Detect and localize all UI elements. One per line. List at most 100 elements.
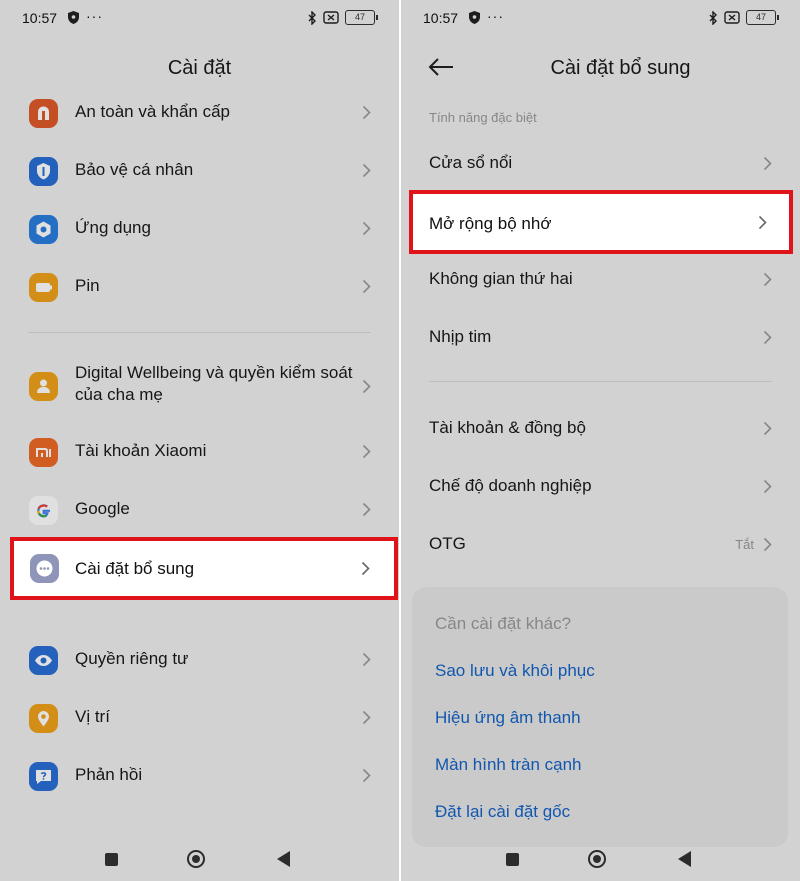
home-button[interactable]	[187, 850, 205, 868]
chevron-right-icon	[763, 272, 772, 287]
eye-icon	[29, 646, 58, 675]
settings-item-personal-protection[interactable]: Bảo vệ cá nhân	[0, 142, 399, 200]
battery-status: 47	[746, 10, 779, 25]
chevron-right-icon	[362, 652, 371, 667]
settings-item-label: Quyền riêng tư	[75, 649, 189, 668]
more-icon	[30, 554, 59, 583]
chevron-right-icon	[362, 279, 371, 294]
chevron-right-icon	[362, 221, 371, 236]
settings-item-label: Google	[75, 499, 130, 518]
link-factory-reset[interactable]: Đặt lại cài đặt gốc	[435, 802, 570, 822]
home-button[interactable]	[588, 850, 606, 868]
battery-icon	[29, 273, 58, 302]
link-edge-display[interactable]: Màn hình tràn cạnh	[435, 755, 581, 775]
settings-item-label: An toàn và khẩn cấp	[75, 102, 231, 121]
recents-button[interactable]	[506, 853, 519, 866]
status-time: 10:57	[22, 10, 58, 26]
link-backup-restore[interactable]: Sao lưu và khôi phục	[435, 661, 595, 681]
chevron-right-icon	[362, 444, 371, 459]
otg-status: Tắt	[735, 537, 754, 552]
chevron-right-icon	[763, 479, 772, 494]
settings-item-additional-settings[interactable]: Cài đặt bổ sung	[10, 537, 398, 600]
chevron-right-icon	[362, 163, 371, 178]
settings-item-enterprise-mode[interactable]: Chế độ doanh nghiệp	[401, 458, 800, 516]
nav-bar	[0, 846, 399, 876]
settings-item-privacy[interactable]: Quyền riêng tư	[0, 631, 399, 689]
settings-item-battery[interactable]: Pin	[0, 258, 399, 316]
more-settings-card: Cần cài đặt khác? Sao lưu và khôi phục H…	[412, 587, 788, 847]
settings-screen: 10:57 ··· 47 Cài đặt An toàn và khẩn cấp…	[0, 0, 399, 881]
settings-item-label: Digital Wellbeing và quyền kiểm soát của…	[75, 363, 353, 404]
settings-item-emergency[interactable]: An toàn và khẩn cấp	[0, 84, 399, 142]
settings-item-otg[interactable]: OTG Tắt	[401, 516, 800, 574]
settings-item-label: Pin	[75, 276, 100, 295]
shield-status-icon	[469, 11, 480, 24]
settings-item-label: Vị trí	[75, 707, 110, 726]
settings-item-xiaomi-account[interactable]: Tài khoản Xiaomi	[0, 423, 399, 481]
chevron-right-icon	[763, 421, 772, 436]
settings-item-label: Cửa sổ nổi	[429, 153, 513, 172]
card-question: Cần cài đặt khác?	[435, 614, 572, 633]
back-arrow-icon[interactable]	[427, 56, 455, 78]
settings-item-label: Mở rộng bộ nhớ	[429, 214, 552, 233]
settings-item-label: Phản hồi	[75, 765, 143, 784]
google-icon	[29, 496, 58, 525]
chevron-right-icon	[361, 561, 370, 576]
chevron-right-icon	[763, 537, 772, 552]
section-header: Tính năng đặc biệt	[429, 110, 537, 125]
chevron-right-icon	[763, 156, 772, 171]
settings-item-location[interactable]: Vị trí	[0, 689, 399, 747]
chevron-right-icon	[362, 768, 371, 783]
bluetooth-icon	[709, 10, 717, 25]
settings-item-floating-window[interactable]: Cửa sổ nổi	[401, 135, 800, 193]
status-right: 47	[709, 10, 779, 25]
status-right: 47	[308, 10, 378, 25]
feedback-icon	[29, 762, 58, 791]
location-icon	[29, 704, 58, 733]
no-sim-icon	[323, 11, 339, 24]
settings-item-label: Cài đặt bổ sung	[75, 559, 195, 578]
back-button[interactable]	[678, 851, 691, 867]
chevron-right-icon	[362, 502, 371, 517]
emergency-icon	[29, 99, 58, 128]
battery-status: 47	[345, 10, 378, 25]
status-dots: ···	[487, 8, 504, 24]
bluetooth-icon	[308, 10, 316, 25]
shield-icon	[29, 157, 58, 186]
settings-item-accounts-sync[interactable]: Tài khoản & đồng bộ	[401, 400, 800, 458]
chevron-right-icon	[362, 379, 371, 394]
settings-item-apps[interactable]: Ứng dụng	[0, 200, 399, 258]
settings-item-digital-wellbeing[interactable]: Digital Wellbeing và quyền kiểm soát của…	[0, 348, 399, 426]
settings-item-label: Chế độ doanh nghiệp	[429, 476, 592, 495]
back-button[interactable]	[277, 851, 290, 867]
chevron-right-icon	[362, 105, 371, 120]
status-bar: 10:57 ··· 47	[401, 0, 800, 34]
settings-item-label: Nhịp tim	[429, 327, 492, 346]
section-divider	[429, 381, 772, 382]
settings-item-memory-extension[interactable]: Mở rộng bộ nhớ	[409, 190, 793, 254]
settings-item-google[interactable]: Google	[0, 481, 399, 539]
recents-button[interactable]	[105, 853, 118, 866]
apps-icon	[29, 215, 58, 244]
status-time: 10:57	[423, 10, 459, 26]
status-dots: ···	[86, 8, 103, 24]
settings-item-second-space[interactable]: Không gian thứ hai	[401, 251, 800, 309]
chevron-right-icon	[758, 215, 767, 230]
page-title: Cài đặt bổ sung	[550, 57, 691, 79]
status-bar: 10:57 ··· 47	[0, 0, 399, 34]
settings-item-feedback[interactable]: Phản hồi	[0, 747, 399, 805]
settings-item-label: Bảo vệ cá nhân	[75, 160, 194, 179]
settings-item-label: Không gian thứ hai	[429, 269, 573, 288]
settings-item-label: Tài khoản & đồng bộ	[429, 418, 586, 437]
wellbeing-icon	[29, 372, 58, 401]
settings-item-label: Tài khoản Xiaomi	[75, 441, 207, 460]
additional-settings-screen: 10:57 ··· 47 Cài đặt bổ sung Tính năng đ…	[401, 0, 800, 881]
link-sound-effects[interactable]: Hiệu ứng âm thanh	[435, 708, 581, 728]
no-sim-icon	[724, 11, 740, 24]
page-title: Cài đặt	[167, 57, 232, 79]
settings-item-heart-rate[interactable]: Nhịp tim	[401, 309, 800, 367]
xiaomi-icon	[29, 438, 58, 467]
chevron-right-icon	[362, 710, 371, 725]
screenshot: 10:57 ··· 47 Cài đặt An toàn và khẩn cấp…	[0, 0, 800, 881]
chevron-right-icon	[763, 330, 772, 345]
